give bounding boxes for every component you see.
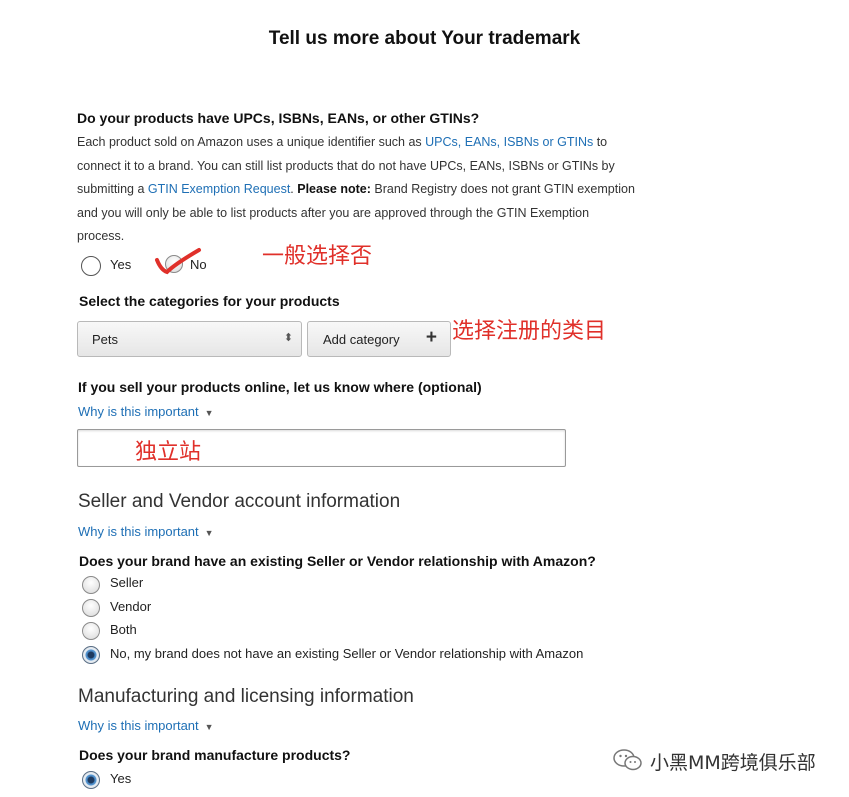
gtin-yes-radio[interactable] (81, 256, 101, 276)
select-arrows-icon: ⬍ (283, 332, 293, 344)
annotation-choose-category: 选择注册的类目 (452, 319, 607, 344)
seller-radio[interactable] (82, 576, 100, 594)
caret-down-icon: ▼ (204, 722, 214, 732)
gtin-yes-label: Yes (110, 257, 132, 272)
watermark-text: 小黑MM跨境俱乐部 (650, 752, 816, 774)
caret-down-icon: ▼ (204, 408, 214, 418)
online-store-input[interactable]: 独立站 (77, 429, 566, 467)
add-category-button[interactable]: Add category + (307, 321, 451, 357)
online-store-input-value: 独立站 (135, 440, 202, 465)
no-relationship-option-label: No, my brand does not have an existing S… (110, 646, 584, 661)
vendor-radio[interactable] (82, 599, 100, 617)
category-select[interactable]: Pets ⬍ (77, 321, 302, 357)
page-title: Tell us more about Your trademark (268, 28, 581, 49)
manufacture-question: Does your brand manufacture products? (79, 747, 351, 763)
gtin-types-link[interactable]: UPCs, EANs, ISBNs or GTINs (425, 135, 593, 149)
seller-option-label: Seller (110, 575, 144, 590)
plus-icon: + (425, 327, 437, 348)
vendor-option-label: Vendor (110, 599, 152, 614)
why-important-link-2[interactable]: Why is this important ▼ (78, 524, 214, 539)
no-relationship-radio[interactable] (82, 646, 100, 664)
manufacture-yes-radio[interactable] (82, 771, 100, 789)
manufacture-yes-label: Yes (110, 771, 132, 786)
gtin-description: Each product sold on Amazon uses a uniqu… (77, 135, 635, 243)
caret-down-icon: ▼ (204, 528, 214, 538)
manufacturing-heading: Manufacturing and licensing information (78, 686, 414, 707)
gtin-question: Do your products have UPCs, ISBNs, EANs,… (77, 110, 480, 126)
why-important-link-1[interactable]: Why is this important ▼ (78, 404, 214, 419)
gtin-exemption-link[interactable]: GTIN Exemption Request (148, 182, 290, 196)
red-check-mark-icon (155, 248, 201, 275)
both-radio[interactable] (82, 622, 100, 640)
wechat-icon (613, 749, 642, 771)
seller-vendor-heading: Seller and Vendor account information (78, 491, 401, 512)
online-question: If you sell your products online, let us… (78, 379, 482, 395)
category-select-value: Pets (92, 332, 119, 347)
annotation-choose-no: 一般选择否 (262, 244, 373, 269)
why-important-link-3[interactable]: Why is this important ▼ (78, 718, 214, 733)
categories-label: Select the categories for your products (79, 293, 340, 309)
seller-vendor-question: Does your brand have an existing Seller … (79, 553, 596, 569)
both-option-label: Both (110, 622, 137, 637)
